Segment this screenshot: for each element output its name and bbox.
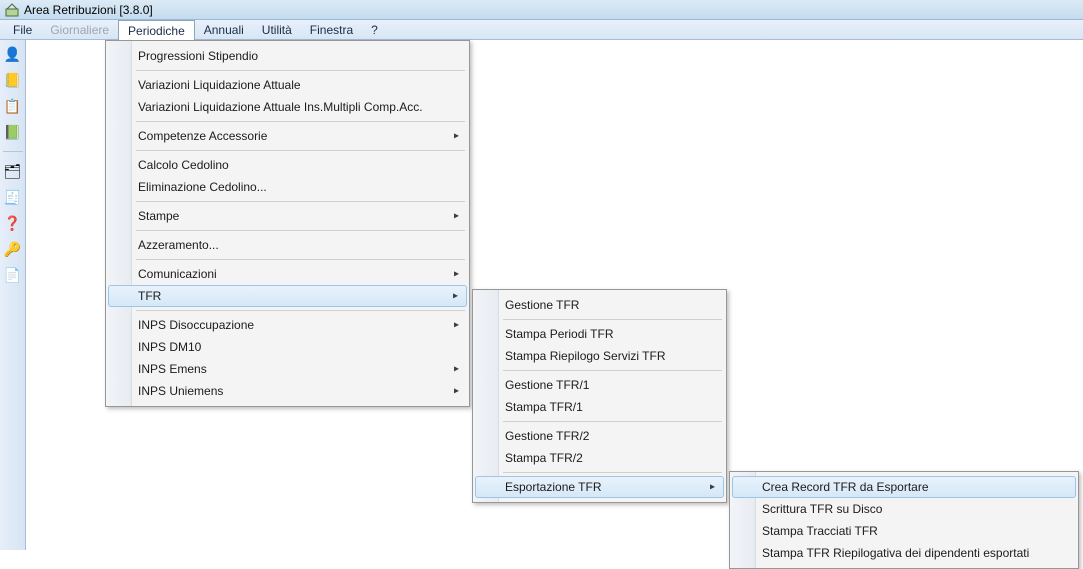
menu-finestra[interactable]: Finestra [301,20,362,39]
dropdown-tfr: Gestione TFR Stampa Periodi TFR Stampa R… [472,289,727,503]
menuitem-gestione-tfr2[interactable]: Gestione TFR/2 [475,425,724,447]
dropdown-periodiche: Progressioni Stipendio Variazioni Liquid… [105,40,470,407]
titlebar: Area Retribuzioni [3.8.0] [0,0,1083,20]
menu-help[interactable]: ? [362,20,387,39]
window-title: Area Retribuzioni [3.8.0] [24,3,153,17]
menuitem-inps-emens[interactable]: INPS Emens [108,358,467,380]
menuitem-stampa-tfr1[interactable]: Stampa TFR/1 [475,396,724,418]
menuitem-gestione-tfr[interactable]: Gestione TFR [475,294,724,316]
menuitem-stampa-tracciati-tfr[interactable]: Stampa Tracciati TFR [732,520,1076,542]
menuitem-stampa-riepilogativa-tfr[interactable]: Stampa TFR Riepilogativa dei dipendenti … [732,542,1076,564]
menu-separator [136,259,465,260]
menu-separator [136,150,465,151]
menu-utilita[interactable]: Utilità [253,20,301,39]
dropdown-esportazione-tfr: Crea Record TFR da Esportare Scrittura T… [729,471,1079,569]
menu-separator [136,230,465,231]
toolbar-ledger-icon[interactable]: 📗 [3,122,23,142]
menu-file[interactable]: File [4,20,41,39]
toolbar-cards-icon[interactable]: 🗂 [3,161,23,181]
menuitem-calcolo-cedolino[interactable]: Calcolo Cedolino [108,154,467,176]
menu-separator [503,421,722,422]
menuitem-stampe[interactable]: Stampe [108,205,467,227]
menuitem-stampa-tfr2[interactable]: Stampa TFR/2 [475,447,724,469]
menuitem-progressioni-stipendio[interactable]: Progressioni Stipendio [108,45,467,67]
toolbar-grid-icon[interactable]: 🧾 [3,187,23,207]
left-toolbar: 👤 📒 📋 📗 🗂 🧾 ❓ 🔑 📄 [0,40,26,550]
menu-separator [136,310,465,311]
menuitem-crea-record-tfr[interactable]: Crea Record TFR da Esportare [732,476,1076,498]
menuitem-stampa-periodi-tfr[interactable]: Stampa Periodi TFR [475,323,724,345]
menuitem-azzeramento[interactable]: Azzeramento... [108,234,467,256]
app-icon [4,2,20,18]
menuitem-variazioni-liquidazione[interactable]: Variazioni Liquidazione Attuale [108,74,467,96]
menuitem-inps-dm10[interactable]: INPS DM10 [108,336,467,358]
menuitem-tfr[interactable]: TFR [108,285,467,307]
toolbar-clipboard-icon[interactable]: 📋 [3,96,23,116]
menuitem-gestione-tfr1[interactable]: Gestione TFR/1 [475,374,724,396]
menu-separator [136,70,465,71]
menu-separator [136,201,465,202]
toolbar-book-icon[interactable]: 📒 [3,70,23,90]
toolbar-separator [3,151,23,152]
toolbar-doc-icon[interactable]: 📄 [3,265,23,285]
menuitem-inps-uniemens[interactable]: INPS Uniemens [108,380,467,402]
menuitem-comunicazioni[interactable]: Comunicazioni [108,263,467,285]
menu-giornaliere[interactable]: Giornaliere [41,20,118,39]
menuitem-eliminazione-cedolino[interactable]: Eliminazione Cedolino... [108,176,467,198]
menu-separator [136,121,465,122]
menu-separator [503,472,722,473]
toolbar-person-icon[interactable]: 👤 [3,44,23,64]
toolbar-help-icon[interactable]: ❓ [3,213,23,233]
menuitem-esportazione-tfr[interactable]: Esportazione TFR [475,476,724,498]
menuitem-competenze-accessorie[interactable]: Competenze Accessorie [108,125,467,147]
toolbar-key-icon[interactable]: 🔑 [3,239,23,259]
menuitem-inps-disoccupazione[interactable]: INPS Disoccupazione [108,314,467,336]
menuitem-variazioni-liquidazione-multipli[interactable]: Variazioni Liquidazione Attuale Ins.Mult… [108,96,467,118]
menu-separator [503,319,722,320]
menuitem-stampa-riepilogo-tfr[interactable]: Stampa Riepilogo Servizi TFR [475,345,724,367]
menu-periodiche[interactable]: Periodiche [118,20,195,40]
menubar: File Giornaliere Periodiche Annuali Util… [0,20,1083,40]
menu-separator [503,370,722,371]
menuitem-scrittura-tfr-disco[interactable]: Scrittura TFR su Disco [732,498,1076,520]
menu-annuali[interactable]: Annuali [195,20,253,39]
